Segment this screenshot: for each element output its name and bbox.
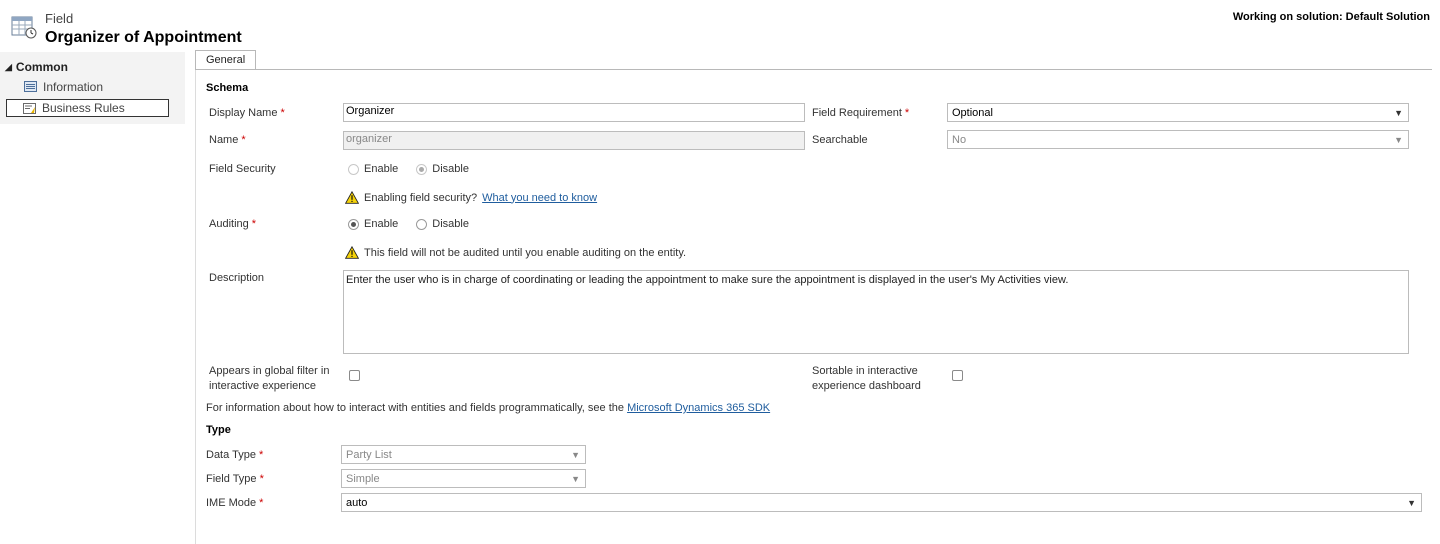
panel-left-border (195, 70, 196, 544)
field-requirement-select[interactable]: Optional ▼ (947, 103, 1409, 122)
display-name-label: Display Name * (209, 107, 285, 119)
nav-group-common[interactable]: ◢ Common (5, 60, 68, 74)
entity-field-icon (11, 14, 38, 40)
warning-icon (345, 191, 359, 204)
field-security-warning: Enabling field security? What you need t… (345, 191, 597, 204)
required-marker: * (280, 107, 285, 119)
required-marker: * (251, 218, 257, 230)
sortable-checkbox[interactable] (952, 370, 963, 381)
data-type-label: Data Type * (206, 449, 264, 461)
field-security-disable-radio[interactable] (416, 163, 428, 175)
ime-mode-label: IME Mode * (206, 497, 264, 509)
name-input: organizer (343, 131, 805, 150)
what-you-need-to-know-link[interactable]: What you need to know (482, 192, 597, 204)
field-security-enable-radio[interactable] (348, 163, 359, 175)
description-label: Description (209, 272, 265, 284)
name-label: Name * (209, 134, 246, 146)
required-marker: * (258, 449, 264, 461)
field-requirement-label: Field Requirement * (812, 107, 910, 119)
required-marker: * (241, 134, 246, 146)
dropdown-arrow-icon: ▼ (571, 449, 580, 460)
form-icon (24, 81, 37, 92)
solution-indicator: Working on solution: Default Solution (1232, 11, 1430, 23)
entity-kind: Field (45, 11, 74, 26)
section-heading-type: Type (206, 424, 231, 436)
nav-item-label: Business Rules (42, 101, 125, 115)
auditing-radio-group: Enable Disable (348, 218, 487, 230)
tab-divider (195, 69, 1432, 70)
nav-item-business-rules[interactable]: Business Rules (6, 99, 169, 117)
field-type-select: Simple ▼ (341, 469, 586, 488)
sdk-link[interactable]: Microsoft Dynamics 365 SDK (627, 402, 770, 414)
sortable-label: Sortable in interactive experience dashb… (812, 365, 921, 392)
description-textarea[interactable]: Enter the user who is in charge of coord… (343, 270, 1409, 354)
searchable-label: Searchable (812, 134, 868, 146)
auditing-warning: This field will not be audited until you… (345, 246, 686, 259)
nav-group-label: Common (15, 60, 68, 74)
dropdown-arrow-icon: ▼ (1407, 497, 1416, 508)
nav-item-information[interactable]: Information (22, 78, 103, 95)
sdk-info-text: For information about how to interact wi… (206, 402, 771, 414)
nav-item-label: Information (43, 79, 104, 94)
page-title: Organizer of Appointment (45, 29, 242, 46)
field-type-label: Field Type * (206, 473, 264, 485)
dropdown-arrow-icon: ▼ (1394, 134, 1403, 145)
display-name-input[interactable]: Organizer (343, 103, 805, 122)
global-filter-checkbox[interactable] (349, 370, 360, 381)
data-type-select: Party List ▼ (341, 445, 586, 464)
auditing-label: Auditing * (209, 218, 257, 230)
dropdown-arrow-icon: ▼ (571, 473, 580, 484)
warning-icon (345, 246, 359, 259)
dropdown-arrow-icon: ▼ (1394, 107, 1403, 118)
business-rules-icon (23, 102, 36, 114)
ime-mode-select[interactable]: auto ▼ (341, 493, 1422, 512)
global-filter-label: Appears in global filter in interactive … (209, 365, 330, 392)
auditing-disable-radio[interactable] (416, 218, 428, 230)
tab-general[interactable]: General (195, 50, 257, 70)
required-marker: * (259, 473, 264, 485)
section-heading-schema: Schema (206, 82, 249, 94)
searchable-select: No ▼ (947, 130, 1409, 149)
required-marker: * (904, 107, 910, 119)
auditing-enable-radio[interactable] (348, 218, 359, 230)
collapse-triangle-icon: ◢ (5, 61, 12, 72)
field-security-label: Field Security (209, 163, 276, 175)
required-marker: * (259, 497, 264, 509)
field-security-radio-group: Enable Disable (348, 163, 487, 175)
